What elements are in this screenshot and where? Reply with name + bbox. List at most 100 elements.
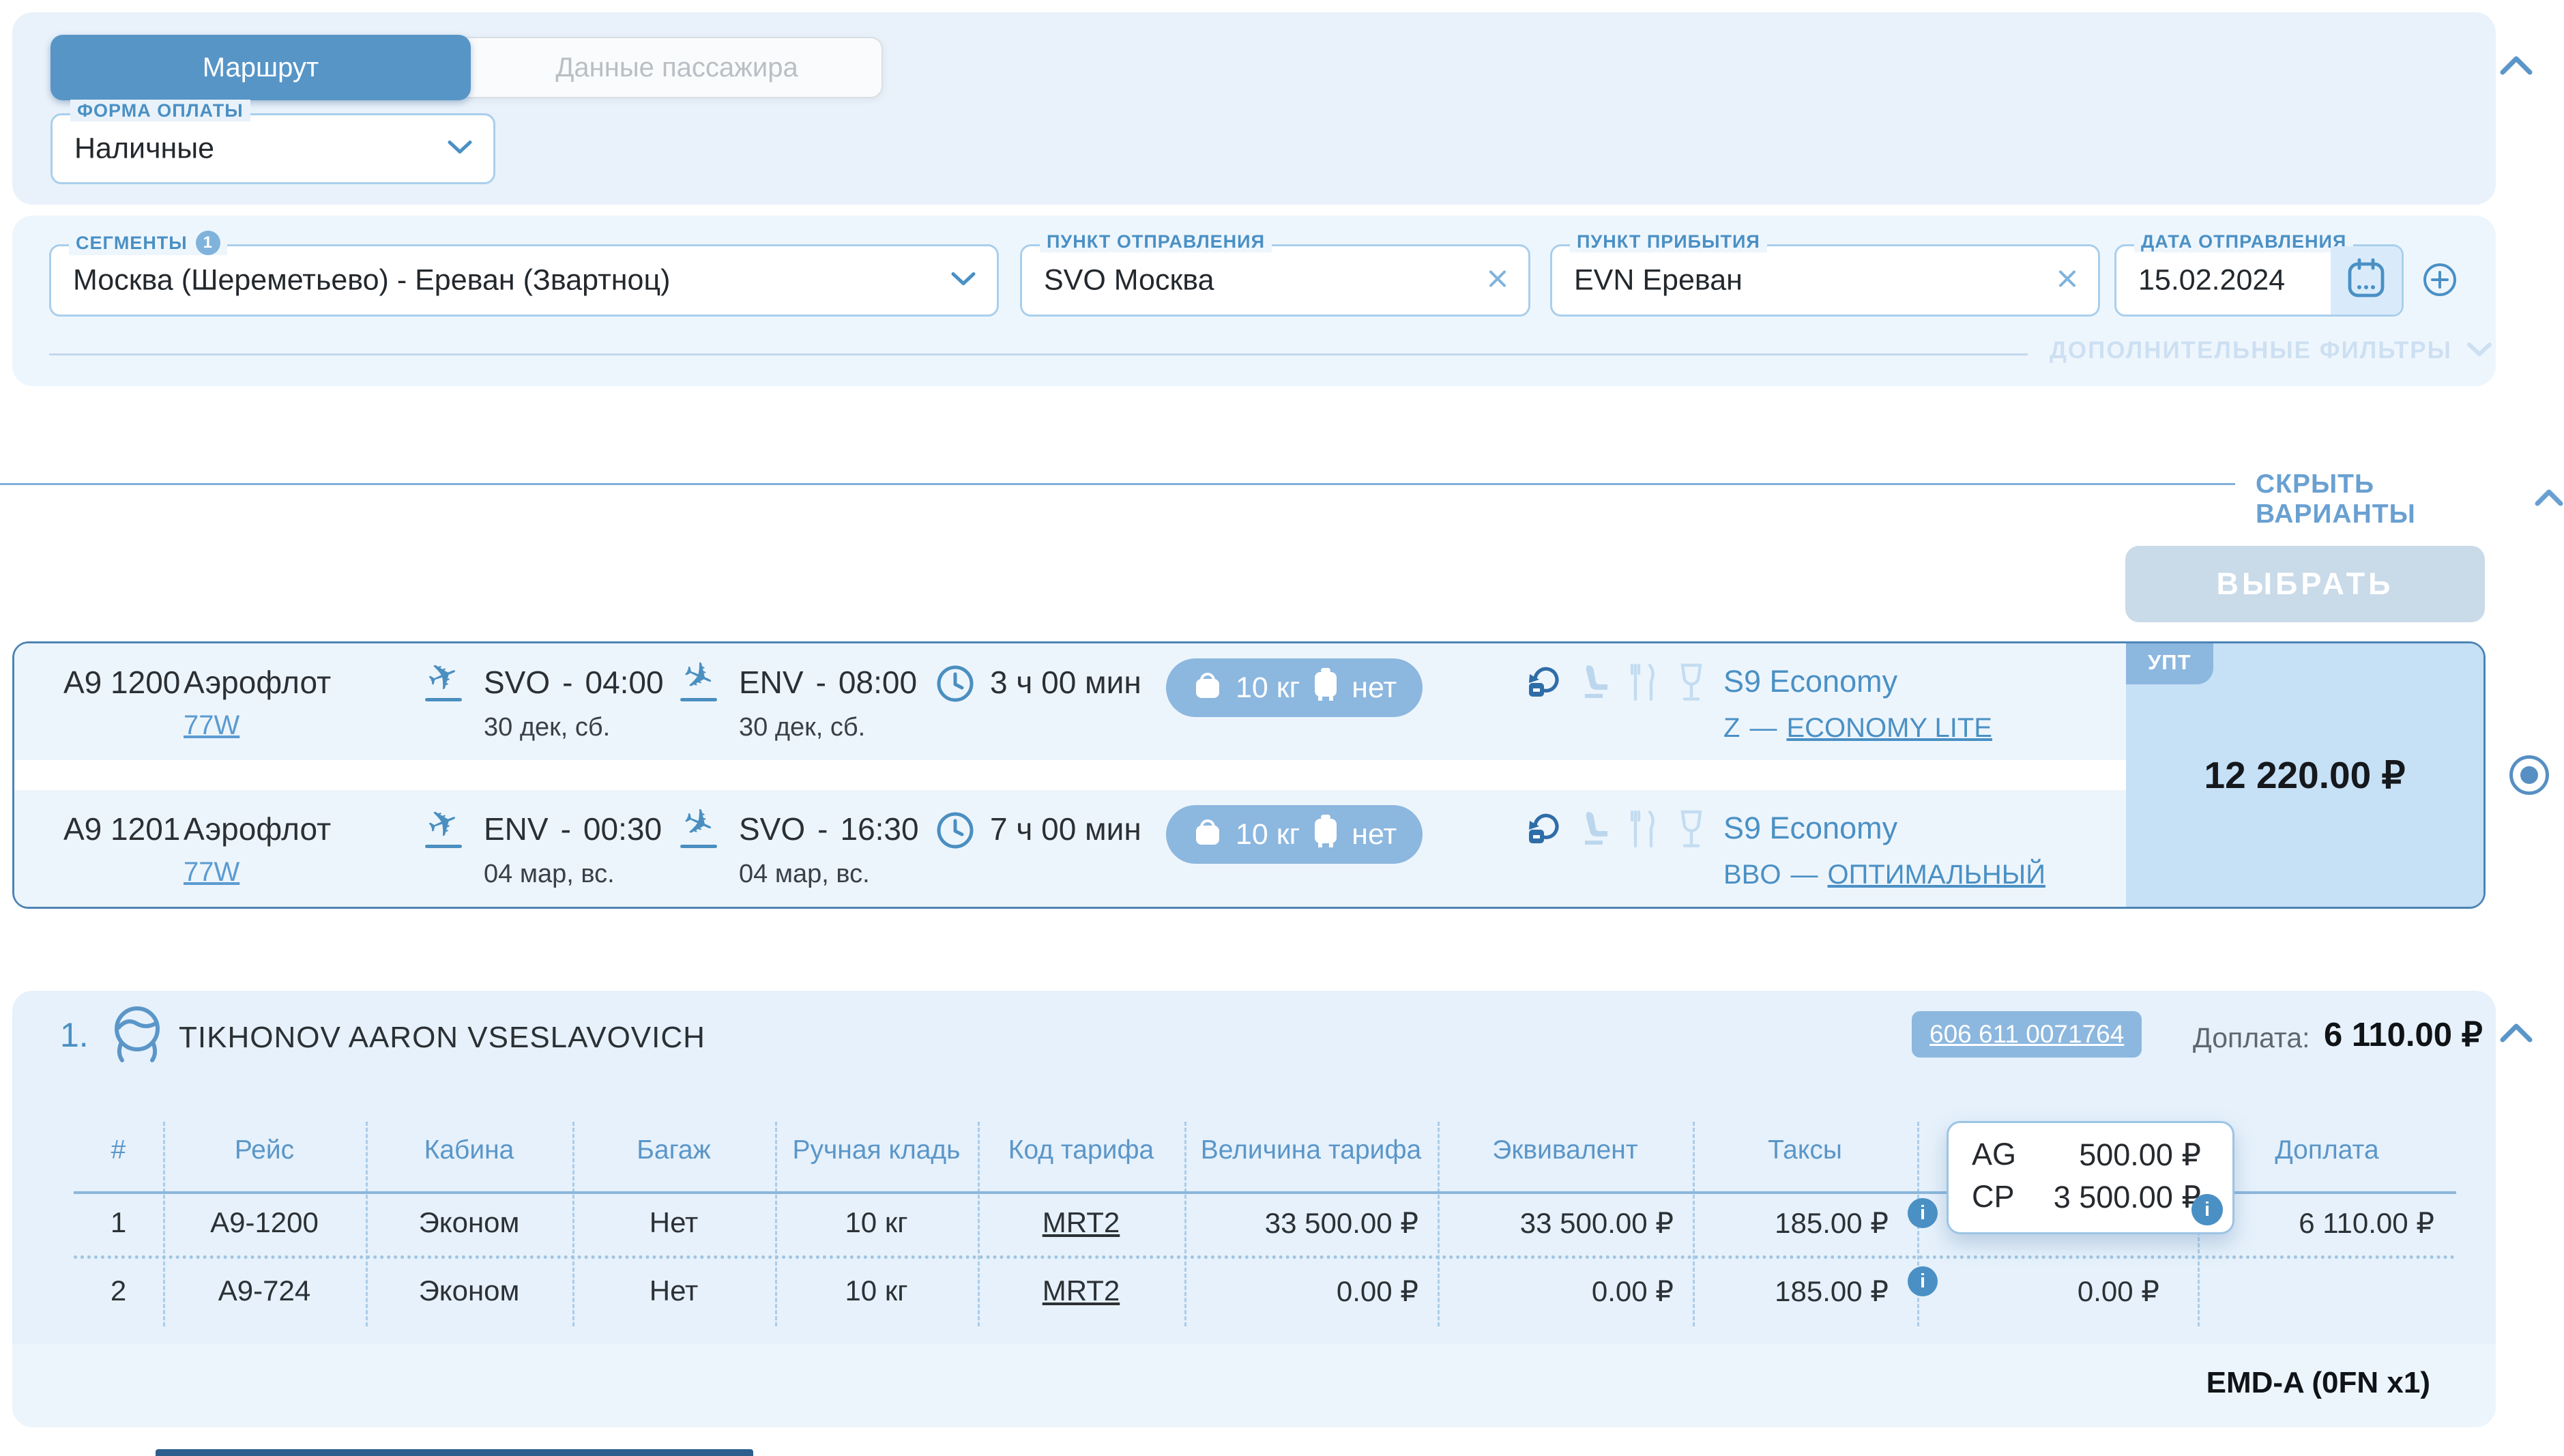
suitcase-icon [1312,813,1339,856]
tab-route[interactable]: Маршрут [50,35,471,100]
bottom-window-edge [156,1449,753,1456]
flight-option-radio[interactable] [2509,755,2549,795]
tax-code: AG [1972,1137,2016,1173]
fare-code-link[interactable]: MRT2 [978,1275,1184,1307]
additional-filters-link[interactable]: ДОПОЛНИТЕЛЬНЫЕ ФИЛЬТРЫ [2050,337,2493,364]
passenger-name: TIKHONOV AARON VSESLAVOVICH [179,1021,705,1055]
segment-separator [14,760,2126,790]
arrival-point-value: EVN Ереван [1574,264,1743,297]
fare-info: Z ECONOMY LITE [1723,713,1992,744]
col-header-fare-amount: Величина тарифа [1184,1135,1438,1165]
tax-code: CP [1972,1179,2015,1215]
hide-variants-link[interactable]: СКРЫТЬ ВАРИАНТЫ [2256,469,2564,529]
fare-code[interactable]: MRT2 [1043,1275,1120,1307]
arrival-code: ENV [739,665,804,700]
arrival-point-label: ПУНКТ ПРИБЫТИЯ [1570,231,1767,252]
exchange-icon [1524,809,1562,852]
suitcase-icon [1312,667,1339,710]
flight-segment-row: А9 1201 Аэрофлот 77W ✈ ENV00:30 04 мар, … [14,790,2126,907]
fare-code[interactable]: MRT2 [1043,1206,1120,1238]
col-header-baggage: Багаж [572,1135,775,1165]
departure-point-field[interactable]: ПУНКТ ОТПРАВЛЕНИЯ SVO Москва [1020,244,1530,317]
service-icons [1524,809,1705,852]
fare-info: BBO ОПТИМАЛЬНЫЙ [1723,860,2045,890]
search-panel: СЕГМЕНТЫ 1 Москва (Шереметьево) - Ереван… [12,216,2496,386]
chevron-down-icon[interactable] [950,271,976,291]
select-button[interactable]: ВЫБРАТЬ [2125,546,2485,622]
airline-name: Аэрофлот [184,811,331,847]
departure-date-value: 15.02.2024 [2138,264,2285,297]
col-header-fare-code: Код тарифа [978,1135,1184,1165]
arrival-info: ENV08:00 [739,664,917,701]
fare-basis: BBO [1723,860,1781,890]
fare-code-link[interactable]: MRT2 [978,1206,1184,1239]
additional-filters-label: ДОПОЛНИТЕЛЬНЫЕ ФИЛЬТРЫ [2050,337,2452,364]
drink-icon [1678,663,1705,705]
departure-point-label: ПУНКТ ОТПРАВЛЕНИЯ [1040,231,1272,252]
arrival-point-field[interactable]: ПУНКТ ПРИБЫТИЯ EVN Ереван [1550,244,2100,317]
info-icon[interactable] [2191,1194,2223,1225]
segments-select[interactable]: СЕГМЕНТЫ 1 Москва (Шереметьево) - Ереван… [49,244,999,317]
table-cell: 0.00 ₽ [1438,1275,1693,1308]
fare-basis: Z [1723,713,1740,743]
segments-count-badge: 1 [196,231,220,255]
divider [0,483,2235,485]
chevron-down-icon[interactable] [447,139,473,159]
arrival-info: SVO 16:30 [739,811,919,847]
surcharge-label: Доплата: [2193,1022,2310,1054]
price-panel[interactable]: УПТ 12 220.00 ₽ [2126,643,2483,907]
collapse-passenger-card-icon[interactable] [2499,1021,2534,1047]
segments-value: Москва (Шереметьево) - Ереван (Звартноц) [73,264,670,297]
emd-note: EMD-A (0FN x1) [2206,1366,2430,1400]
arrival-time: 16:30 [840,811,918,847]
clear-icon[interactable] [2056,267,2079,294]
table-cell: Эконом [366,1275,572,1307]
fare-name-link[interactable]: ECONOMY LITE [1786,713,1992,743]
departure-code: ENV [484,811,549,847]
meal-icon [1627,663,1660,705]
aircraft-link[interactable]: 77W [184,710,239,741]
table-cell: Нет [572,1206,775,1239]
flight-segment-row: А9 1200 Аэрофлот 77W ✈ SVO04:00 30 дек, … [14,643,2126,760]
total-price: 12 220.00 ₽ [2126,753,2483,797]
tab-passenger-data[interactable]: Данные пассажира [472,38,882,97]
handbag-icon [1192,813,1223,856]
collapse-route-panel-icon[interactable] [2499,53,2534,80]
divider [49,353,2028,355]
table-cell: 6 110.00 ₽ [2198,1206,2456,1240]
flight-duration: 3 ч 00 мин [990,664,1141,701]
add-segment-icon[interactable] [2422,262,2458,301]
plane-arrival-icon: ✈ [676,805,721,848]
flight-duration: 7 ч 00 мин [990,811,1141,847]
departure-date-field[interactable]: ДАТА ОТПРАВЛЕНИЯ 15.02.2024 [2114,244,2404,317]
tooltip-row: CP 3 500.00 ₽ [1972,1179,2201,1215]
col-header-cabin: Кабина [366,1135,572,1165]
drink-icon [1678,809,1705,852]
departure-time: 04:00 [585,665,663,700]
arrival-date: 04 мар, вс. [739,860,870,889]
hand-luggage-value: 10 кг [1236,818,1300,851]
taxes-tooltip: AG 500.00 ₽ CP 3 500.00 ₽ [1947,1121,2234,1234]
exchange-icon [1524,663,1562,705]
arrival-code: SVO [739,811,805,847]
clear-icon[interactable] [1486,267,1509,294]
fare-name-link[interactable]: ОПТИМАЛЬНЫЙ [1827,860,2045,890]
table-cell: Нет [572,1275,775,1307]
aircraft-link[interactable]: 77W [184,857,239,888]
departure-date: 30 дек, сб. [484,713,610,742]
chevron-down-icon [2466,337,2493,364]
taxes-info-icon[interactable] [1908,1198,1938,1228]
ticket-number-badge[interactable]: 606 611 0071764 [1912,1011,2142,1058]
departure-info: SVO04:00 [484,664,664,701]
baggage-allowance-badge: 10 кг нет [1166,658,1423,717]
payment-form-select[interactable]: ФОРМА ОПЛАТЫ Наличные [50,113,495,184]
departure-date: 04 мар, вс. [484,860,615,889]
baggage-value: нет [1352,818,1397,851]
calendar-button[interactable] [2331,246,2402,315]
flight-option-card[interactable]: А9 1200 Аэрофлот 77W ✈ SVO04:00 30 дек, … [12,641,2486,909]
baggage-allowance-badge: 10 кг нет [1166,805,1423,864]
segments-label: СЕГМЕНТЫ [76,232,188,254]
table-cell: 0.00 ₽ [1917,1275,2198,1308]
payment-form-label: ФОРМА ОПЛАТЫ [70,100,250,121]
flight-segments: А9 1200 Аэрофлот 77W ✈ SVO04:00 30 дек, … [14,643,2126,907]
